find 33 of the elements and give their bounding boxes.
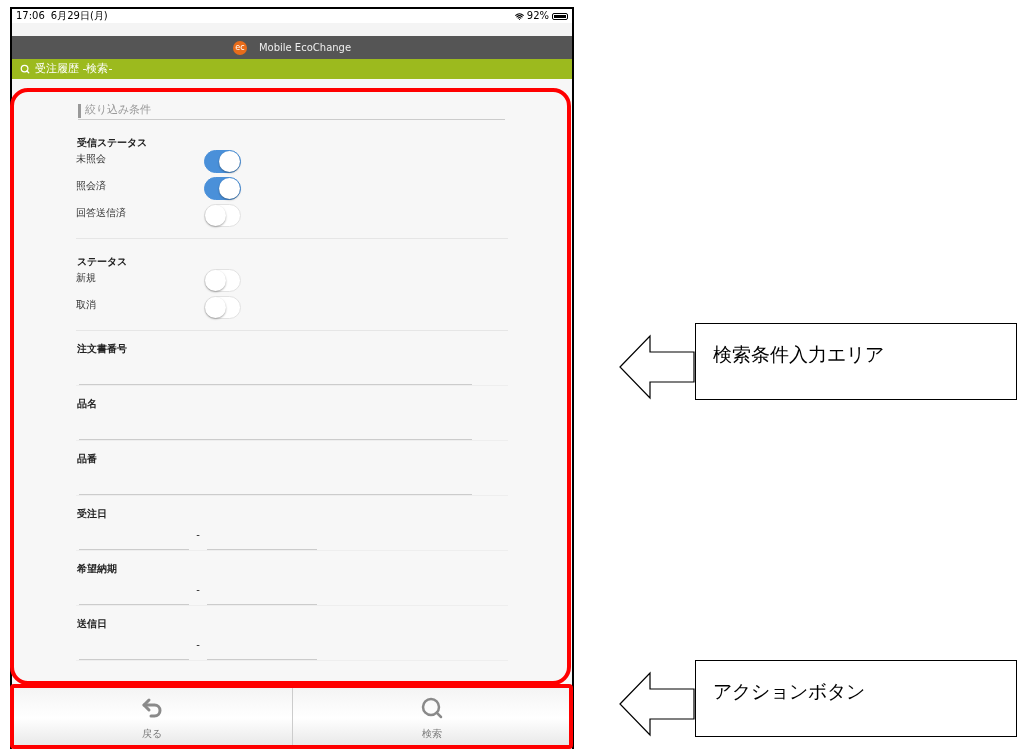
back-button[interactable]: 戻る: [12, 687, 292, 749]
section-title: 絞り込み条件: [85, 102, 151, 119]
field-label: 品名: [77, 396, 97, 411]
field-label: 品番: [77, 451, 97, 466]
field-label: 受注日: [77, 506, 107, 521]
app-logo: ec: [232, 40, 247, 55]
group-title: ステータス: [77, 254, 127, 269]
callout-text: アクションボタン: [713, 680, 865, 702]
battery-icon: [552, 12, 568, 20]
search-icon: [420, 695, 445, 720]
toggle-label: 照会済: [76, 179, 107, 193]
group-title: 受信ステータス: [77, 135, 147, 150]
range-separator: -: [195, 528, 201, 542]
field-label: 送信日: [77, 616, 107, 631]
battery-percent: 92%: [526, 11, 549, 21]
toggle-label: 新規: [76, 271, 97, 285]
status-date: 6月29日(月): [50, 11, 108, 21]
page-title: 受注履歴 -検索-: [35, 60, 113, 77]
field-label: 希望納期: [77, 561, 117, 576]
toggle-switch[interactable]: [204, 177, 241, 200]
toggle-switch[interactable]: [204, 150, 241, 173]
app-title: Mobile EcoChange: [258, 41, 352, 55]
toggle-label: 未照会: [76, 152, 107, 166]
status-time: 17:06: [16, 11, 45, 21]
wifi-icon: [514, 11, 524, 21]
callout-text: 検索条件入力エリア: [713, 343, 884, 365]
toggle-label: 回答送信済: [76, 206, 127, 220]
search-icon: [20, 64, 30, 74]
range-separator: -: [195, 638, 201, 652]
range-separator: -: [195, 583, 201, 597]
search-button[interactable]: 検索: [291, 687, 572, 749]
field-label: 注文書番号: [77, 341, 127, 356]
toggle-label: 取消: [76, 298, 97, 312]
